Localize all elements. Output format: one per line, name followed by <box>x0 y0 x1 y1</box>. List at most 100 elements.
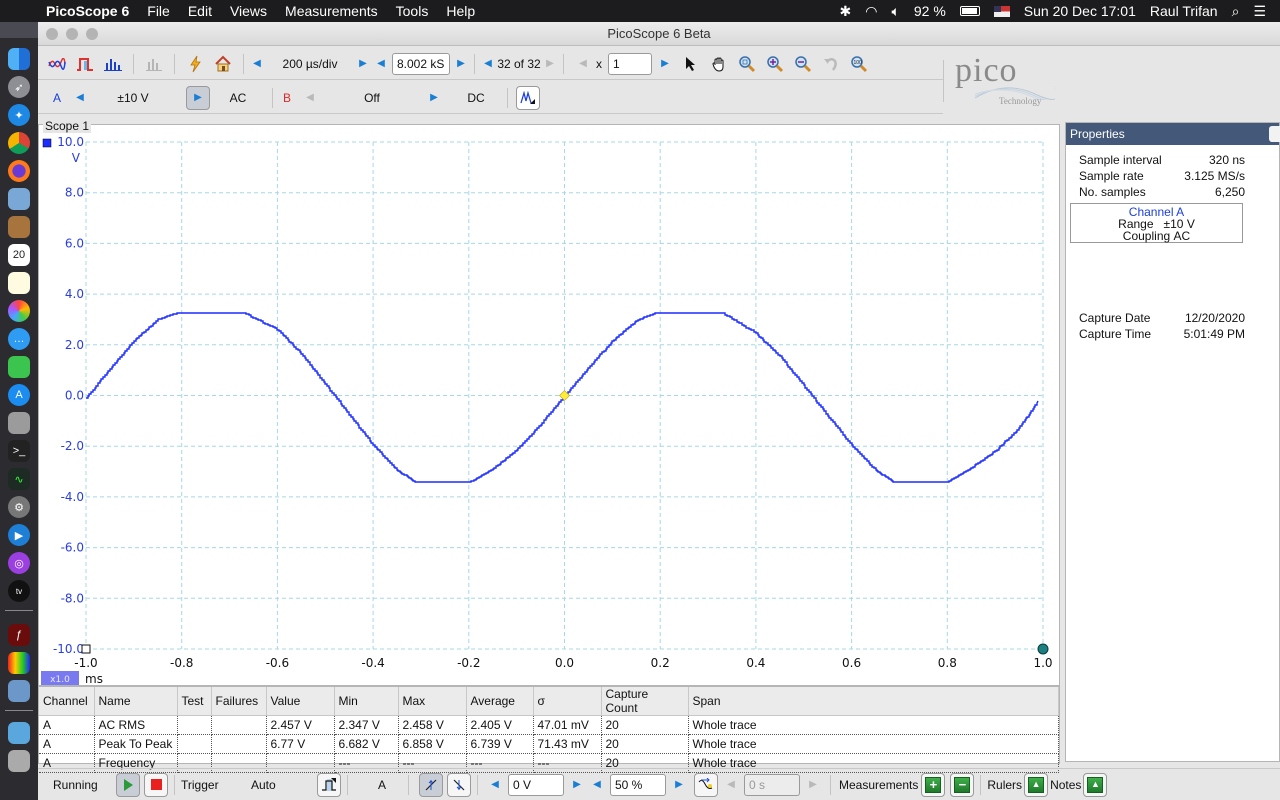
menu-help[interactable]: Help <box>446 3 475 19</box>
input-source-flag-icon[interactable] <box>993 5 1010 17</box>
add-measurement-button[interactable]: + <box>921 772 946 797</box>
menu-tools[interactable]: Tools <box>396 3 429 19</box>
safari-icon[interactable]: ✦ <box>8 104 30 126</box>
auto-setup-lightning-icon[interactable] <box>184 53 206 75</box>
post-trigger-delay-button[interactable] <box>694 772 718 797</box>
minimize-window-button[interactable] <box>66 28 78 40</box>
podcasts-icon[interactable]: ◎ <box>8 552 30 574</box>
measurement-row[interactable]: A AC RMS 2.457 V 2.347 V 2.458 V 2.405 V 47.01… <box>39 715 1059 735</box>
close-window-button[interactable] <box>46 28 58 40</box>
spectrum-mode-icon[interactable] <box>102 53 124 75</box>
col-capture-count[interactable]: Capture Count <box>601 687 689 716</box>
threshold-decrease-button[interactable]: ◀ <box>488 779 502 790</box>
properties-close-button[interactable] <box>1269 126 1280 142</box>
channel-b-range-value[interactable]: Off <box>317 91 427 105</box>
downloads-folder-icon[interactable] <box>8 722 30 744</box>
zoom-factor-input[interactable]: 1 <box>608 52 652 75</box>
delete-measurement-button[interactable]: − <box>950 772 975 797</box>
delay-decrease-button[interactable]: ◀ <box>724 779 738 790</box>
undo-zoom-icon[interactable] <box>820 53 842 75</box>
col-average[interactable]: Average <box>466 687 534 716</box>
menu-edit[interactable]: Edit <box>188 3 212 19</box>
samples-increase-button[interactable]: ▶ <box>454 58 468 69</box>
buffer-next-button[interactable]: ▶ <box>543 58 557 69</box>
timebase-value[interactable]: 200 µs/div <box>264 57 356 71</box>
falling-edge-button[interactable] <box>447 772 471 797</box>
channel-a-coupling-value[interactable]: AC <box>210 91 266 105</box>
battery-icon[interactable] <box>959 6 980 16</box>
zoom-factor-decrease-button[interactable]: ◀ <box>576 58 590 69</box>
app-menu[interactable]: PicoScope 6 <box>46 3 129 19</box>
buffer-previous-button[interactable]: ◀ <box>481 58 495 69</box>
terminal-icon[interactable]: >_ <box>8 440 30 462</box>
channel-b-coupling-value[interactable]: DC <box>451 91 501 105</box>
wifi-icon[interactable]: ◠ <box>865 3 877 20</box>
activity-monitor-icon[interactable]: ∿ <box>8 468 30 490</box>
scope-mode-icon[interactable] <box>46 53 68 75</box>
preview-icon[interactable] <box>8 188 30 210</box>
trigger-source-value[interactable]: A <box>362 778 402 792</box>
rising-edge-button[interactable] <box>419 772 443 797</box>
calendar-icon[interactable]: 20 <box>8 244 30 266</box>
col-failures[interactable]: Failures <box>211 687 267 716</box>
channel-a-range-increase-button[interactable]: ▶ <box>186 85 210 110</box>
samples-input[interactable]: 8.002 kS <box>392 52 450 75</box>
zoom-in-icon[interactable] <box>764 53 786 75</box>
channel-a-range-decrease-button[interactable]: ◀ <box>73 92 87 103</box>
samples-decrease-button[interactable]: ◀ <box>374 58 388 69</box>
hand-pan-icon[interactable] <box>708 53 730 75</box>
calculator-icon[interactable] <box>8 412 30 434</box>
time-ruler-handle-left[interactable] <box>81 644 91 654</box>
image-viewer-icon[interactable] <box>8 680 30 702</box>
timebase-decrease-button[interactable]: ◀ <box>250 58 264 69</box>
apple-tv-icon[interactable]: tv <box>8 580 30 602</box>
launchpad-icon[interactable]: ➶ <box>8 76 30 98</box>
pretrigger-decrease-button[interactable]: ◀ <box>590 779 604 790</box>
spotlight-search-icon[interactable]: ⌕ <box>1232 3 1240 20</box>
notes-toggle-button[interactable]: ▲ <box>1083 772 1108 797</box>
trash-icon[interactable] <box>8 750 30 772</box>
advanced-trigger-button[interactable] <box>317 772 341 797</box>
menu-measurements[interactable]: Measurements <box>285 3 378 19</box>
time-ruler-handle-right[interactable] <box>1037 643 1049 655</box>
threshold-input[interactable]: 0 V <box>508 773 564 796</box>
quicktime-icon[interactable]: ▶ <box>8 524 30 546</box>
col-max[interactable]: Max <box>398 687 467 716</box>
zoom-factor-increase-button[interactable]: ▶ <box>658 58 672 69</box>
channel-a-label[interactable]: A <box>53 91 67 105</box>
system-preferences-icon[interactable]: ⚙ <box>8 496 30 518</box>
pretrigger-increase-button[interactable]: ▶ <box>672 779 686 790</box>
channel-a-range-value[interactable]: ±10 V <box>87 91 179 105</box>
persistence-mode-icon[interactable] <box>74 53 96 75</box>
col-name[interactable]: Name <box>94 687 178 716</box>
chrome-icon[interactable] <box>8 132 30 154</box>
notes-icon[interactable] <box>8 272 30 294</box>
messages-icon[interactable]: … <box>8 328 30 350</box>
col-test[interactable]: Test <box>177 687 212 716</box>
run-button[interactable] <box>116 772 140 797</box>
channel-b-range-increase-button[interactable]: ▶ <box>427 92 441 103</box>
user-name[interactable]: Raul Trifan <box>1150 3 1218 19</box>
delay-increase-button[interactable]: ▶ <box>806 779 820 790</box>
measurement-row[interactable]: A Peak To Peak 6.77 V 6.682 V 6.858 V 6.739 V… <box>39 734 1059 754</box>
default-setup-home-icon[interactable] <box>212 53 234 75</box>
facetime-icon[interactable] <box>8 356 30 378</box>
contacts-icon[interactable] <box>8 216 30 238</box>
zoom-to-fit-icon[interactable]: 100 <box>848 53 870 75</box>
channel-b-label[interactable]: B <box>283 91 297 105</box>
menu-views[interactable]: Views <box>230 3 267 19</box>
volume-icon[interactable]: 🔈︎ <box>891 3 899 20</box>
clock[interactable]: Sun 20 Dec 17:01 <box>1024 3 1136 19</box>
timebase-increase-button[interactable]: ▶ <box>356 58 370 69</box>
stop-button[interactable] <box>144 772 168 797</box>
finder-icon[interactable] <box>8 48 30 70</box>
zoom-region-icon[interactable] <box>736 53 758 75</box>
menu-file[interactable]: File <box>147 3 170 19</box>
battery-percent[interactable]: 92 % <box>914 3 946 19</box>
scope-view[interactable]: Scope 1 -1.0 -0.8 -0.6 -0.4 -0.2 0.0 0.2 0.4 0.6… <box>38 119 1061 687</box>
channel-b-range-decrease-button[interactable]: ◀ <box>303 92 317 103</box>
scope-chart[interactable]: -1.0 -0.8 -0.6 -0.4 -0.2 0.0 0.2 0.4 0.6 0.8 1.0 10… <box>39 125 1061 687</box>
zoom-window-button[interactable] <box>86 28 98 40</box>
firefox-icon[interactable] <box>8 160 30 182</box>
rulers-toggle-button[interactable]: ▲ <box>1024 772 1049 797</box>
